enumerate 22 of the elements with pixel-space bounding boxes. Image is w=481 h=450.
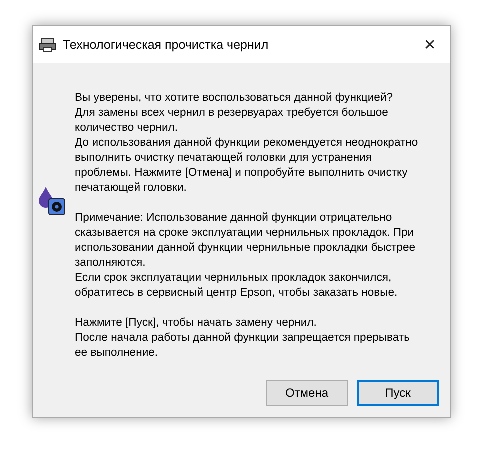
start-button[interactable]: Пуск xyxy=(357,380,439,406)
message-text: До использования данной функции рекомендуется неоднократно xyxy=(75,136,418,151)
message-text: заполняются. xyxy=(75,256,147,271)
message-text: Вы уверены, что хотите воспользоваться данной функцией? xyxy=(75,91,394,106)
message-text: После начала работы данной функции запрещается прерывать xyxy=(75,331,411,346)
printer-icon xyxy=(39,36,57,52)
message-text: Если срок эксплуатации чернильных прокладок закончился, xyxy=(75,271,393,286)
message-text: Примечание: Использование данной функции отрицательно xyxy=(75,211,394,226)
close-button[interactable]: ✕ xyxy=(410,30,450,60)
message-text: проблемы. Нажмите [Отмена] и попробуйте выполнить очистку xyxy=(75,166,409,181)
cancel-button[interactable]: Отмена xyxy=(266,380,348,406)
message-text: обратитесь в сервисный центр Epson, чтобы заказать новые. xyxy=(75,286,399,301)
ink-gear-icon xyxy=(37,186,67,216)
message-text: печатающей головки. xyxy=(75,181,188,196)
message-text: выполнить очистку печатающей головки для устранения xyxy=(75,151,374,166)
message-text: Для замены всех чернил в резервуарах требуется большое xyxy=(75,106,390,121)
window-title: Технологическая прочистка чернил xyxy=(63,38,270,52)
message-text: Нажмите [Пуск], чтобы начать замену чернил. xyxy=(75,316,318,331)
message-text: использовании данной функции чернильные прокладки быстрее xyxy=(75,241,417,256)
message-text: ее выполнение. xyxy=(75,346,160,361)
message-text: количество чернил. xyxy=(75,121,180,136)
message-text: сказывается на сроке эксплуатации чернильных прокладок. При xyxy=(75,226,416,241)
